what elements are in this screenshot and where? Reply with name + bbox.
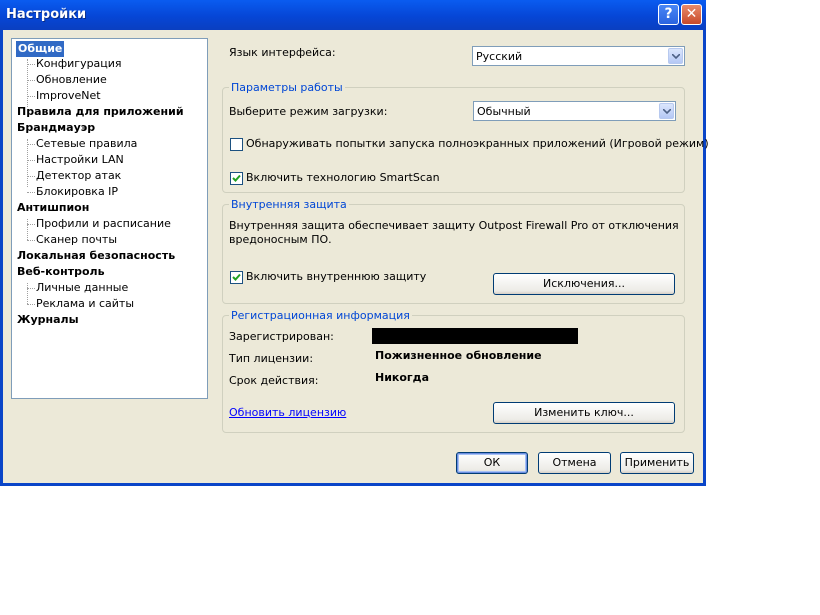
boot-mode-value: Обычный bbox=[477, 105, 531, 118]
registered-label: Зарегистрирован: bbox=[229, 330, 334, 343]
check-icon bbox=[232, 273, 241, 281]
dialog-body: Общие Конфигурация Обновление ImproveNet… bbox=[3, 30, 709, 483]
tree-item-profiles-schedule[interactable]: Профили и расписание bbox=[36, 216, 171, 232]
tree-guide bbox=[27, 96, 35, 97]
tree-guide bbox=[27, 176, 35, 177]
tree-item-mail-scanner[interactable]: Сканер почты bbox=[36, 232, 117, 248]
registration-group: Регистрационная информация Зарегистриров… bbox=[222, 309, 685, 433]
tree-guide bbox=[27, 64, 35, 65]
check-icon bbox=[232, 174, 241, 182]
tree-guide bbox=[27, 283, 28, 304]
game-mode-checkbox[interactable] bbox=[230, 138, 243, 151]
internal-protection-checkbox[interactable] bbox=[230, 271, 243, 284]
license-type-label: Тип лицензии: bbox=[229, 352, 314, 365]
apply-button[interactable]: Применить bbox=[620, 452, 694, 474]
boot-mode-label: Выберите режим загрузки: bbox=[229, 105, 388, 118]
title-bar[interactable]: Настройки ? ✕ bbox=[0, 0, 706, 30]
validity-label: Срок действия: bbox=[229, 374, 319, 387]
ok-button[interactable]: ОК bbox=[456, 452, 528, 474]
tree-guide bbox=[27, 192, 35, 193]
internal-protection-label: Включить внутреннюю защиту bbox=[246, 270, 427, 283]
help-icon: ? bbox=[664, 6, 673, 22]
chevron-down-icon[interactable] bbox=[659, 103, 674, 119]
boot-mode-select[interactable]: Обычный bbox=[473, 101, 676, 121]
cancel-button[interactable]: Отмена bbox=[538, 452, 611, 474]
close-button[interactable]: ✕ bbox=[681, 4, 702, 25]
tree-guide bbox=[27, 288, 35, 289]
renew-license-link[interactable]: Обновить лицензию bbox=[229, 406, 346, 419]
tree-guide bbox=[27, 144, 35, 145]
tree-guide bbox=[27, 80, 35, 81]
tree-item-ip-blocking[interactable]: Блокировка IP bbox=[36, 184, 118, 200]
tree-guide bbox=[27, 219, 28, 240]
work-params-title: Параметры работы bbox=[229, 81, 345, 94]
tree-item-lan-settings[interactable]: Настройки LAN bbox=[36, 152, 124, 168]
close-icon: ✕ bbox=[685, 6, 698, 22]
internal-description-line1: Внутренняя защита обеспечивает защиту Ou… bbox=[229, 219, 679, 232]
tree-item-general[interactable]: Общие bbox=[16, 41, 65, 57]
tree-item-network-rules[interactable]: Сетевые правила bbox=[36, 136, 137, 152]
language-value: Русский bbox=[476, 50, 523, 63]
tree-guide bbox=[27, 139, 28, 187]
registration-title: Регистрационная информация bbox=[229, 309, 412, 322]
language-select[interactable]: Русский bbox=[472, 46, 685, 66]
tree-item-local-security[interactable]: Локальная безопасность bbox=[17, 248, 175, 264]
validity-value: Никогда bbox=[375, 371, 429, 384]
language-label: Язык интерфейса: bbox=[229, 46, 336, 59]
settings-tree[interactable]: Общие Конфигурация Обновление ImproveNet… bbox=[11, 38, 208, 399]
internal-protection-group: Внутренняя защита Внутренняя защита обес… bbox=[222, 198, 685, 304]
work-params-group: Параметры работы Выберите режим загрузки… bbox=[222, 81, 709, 193]
tree-guide bbox=[27, 160, 35, 161]
window-title: Настройки bbox=[6, 7, 87, 22]
chevron-down-icon[interactable] bbox=[668, 48, 683, 64]
tree-guide bbox=[27, 59, 28, 107]
tree-item-improvenet[interactable]: ImproveNet bbox=[36, 88, 101, 104]
internal-description-line2: вредоносным ПО. bbox=[229, 233, 332, 246]
tree-item-antispyware[interactable]: Антишпион bbox=[17, 200, 89, 216]
license-type-value: Пожизненное обновление bbox=[375, 349, 542, 362]
change-key-button[interactable]: Изменить ключ... bbox=[493, 402, 675, 424]
tree-item-configuration[interactable]: Конфигурация bbox=[36, 56, 122, 72]
tree-item-personal-data[interactable]: Личные данные bbox=[36, 280, 128, 296]
tree-item-logs[interactable]: Журналы bbox=[17, 312, 79, 328]
tree-item-app-rules[interactable]: Правила для приложений bbox=[17, 104, 184, 120]
tree-item-firewall[interactable]: Брандмауэр bbox=[17, 120, 95, 136]
game-mode-label: Обнаруживать попытки запуска полноэкранн… bbox=[246, 137, 709, 150]
tree-guide bbox=[27, 304, 35, 305]
smartscan-label: Включить технологию SmartScan bbox=[246, 171, 440, 184]
tree-item-update[interactable]: Обновление bbox=[36, 72, 107, 88]
smartscan-checkbox[interactable] bbox=[230, 172, 243, 185]
settings-window: Настройки ? ✕ Общие Конфигурация Обновле… bbox=[0, 0, 709, 486]
tree-guide bbox=[27, 240, 35, 241]
tree-guide bbox=[27, 224, 35, 225]
registered-name-redacted bbox=[372, 328, 578, 344]
tree-item-web-control[interactable]: Веб-контроль bbox=[17, 264, 105, 280]
exclusions-button[interactable]: Исключения... bbox=[493, 273, 675, 295]
tree-item-ads-sites[interactable]: Реклама и сайты bbox=[36, 296, 134, 312]
internal-protection-title: Внутренняя защита bbox=[229, 198, 349, 211]
help-button[interactable]: ? bbox=[658, 4, 679, 25]
tree-item-attack-detector[interactable]: Детектор атак bbox=[36, 168, 121, 184]
